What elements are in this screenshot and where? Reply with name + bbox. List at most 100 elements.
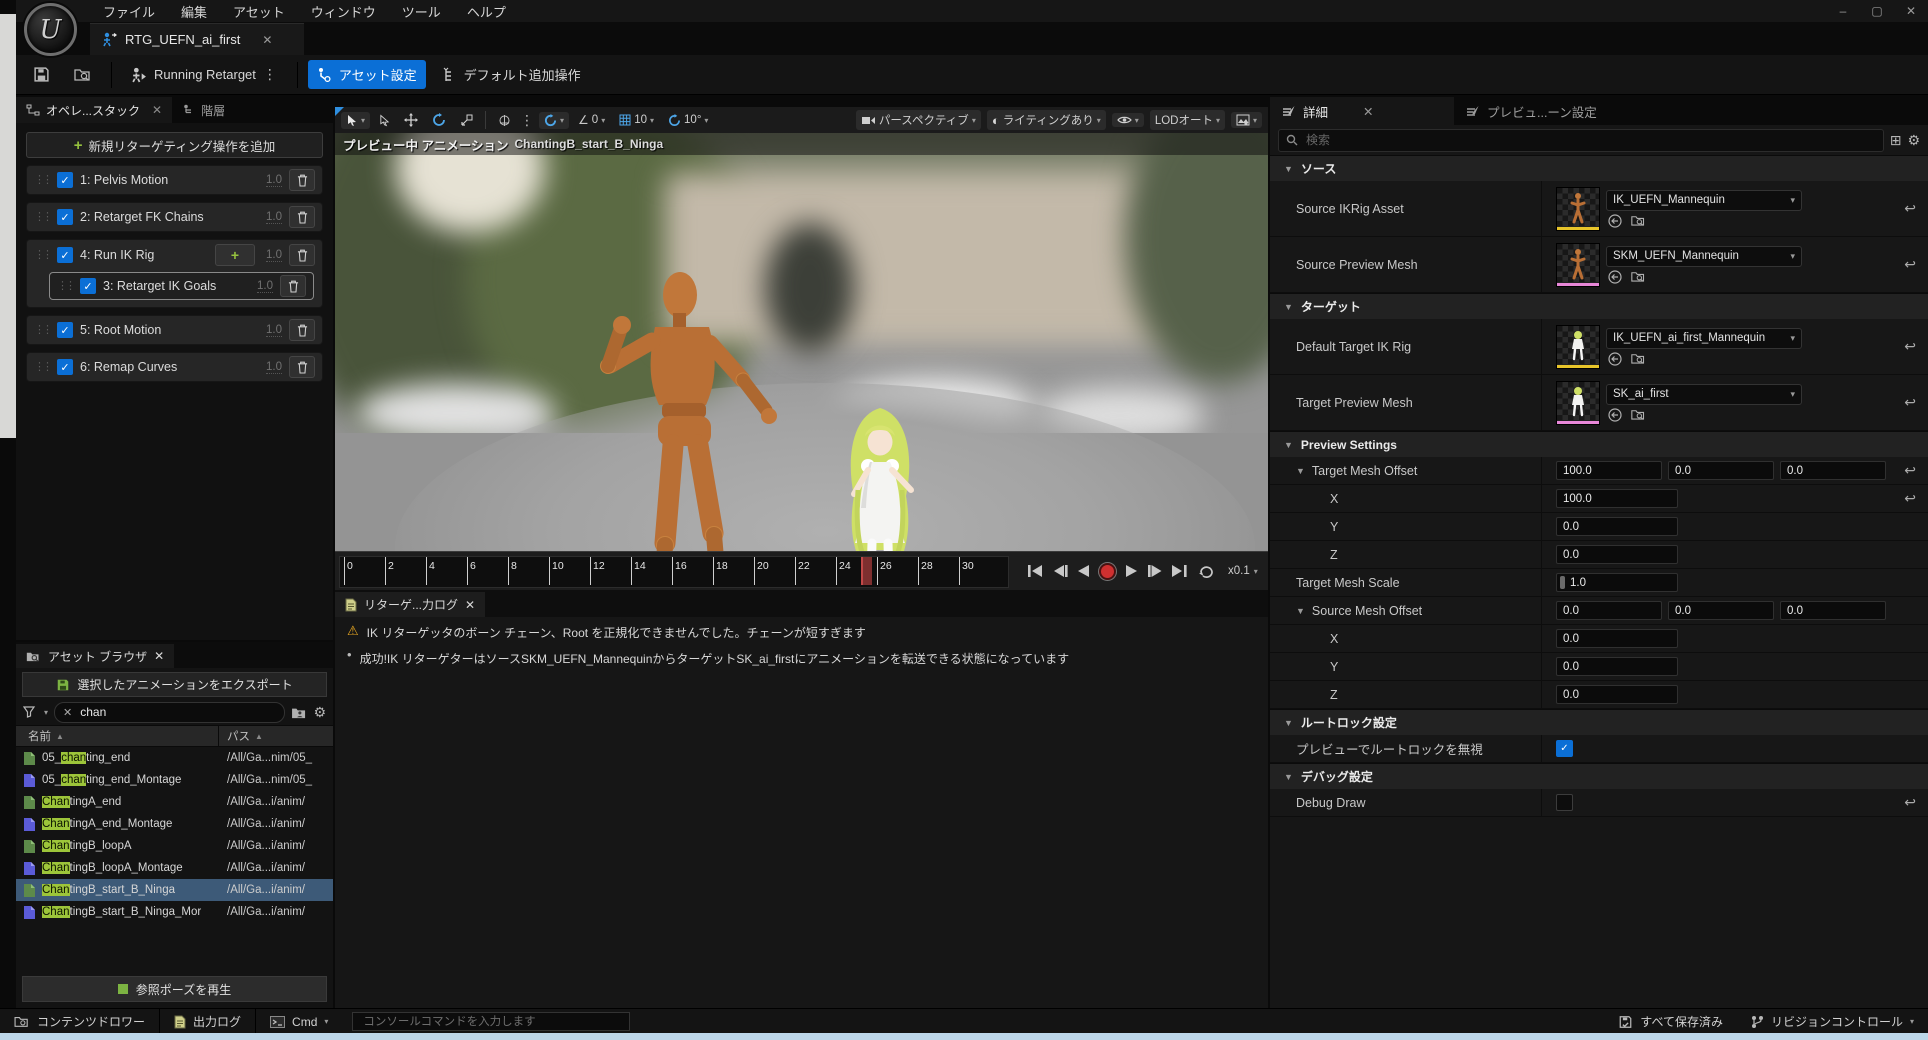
- step-forward-button[interactable]: [1147, 564, 1162, 578]
- ignore-rootlock-checkbox[interactable]: ✓: [1556, 740, 1573, 757]
- z-value-field[interactable]: 0.0: [1556, 685, 1678, 704]
- menu-編集[interactable]: 編集: [168, 0, 220, 24]
- play-reverse-button[interactable]: [1077, 564, 1090, 578]
- revert-icon[interactable]: ↩: [1904, 256, 1916, 273]
- target-offset-y-field[interactable]: 0.0: [1668, 461, 1774, 480]
- tab-details[interactable]: 詳細 ✕: [1270, 97, 1454, 125]
- retarget-op-row[interactable]: ⋮⋮✓6: Remap Curves1.0: [26, 352, 323, 382]
- retarget-op-row[interactable]: ⋮⋮✓3: Retarget IK Goals1.0: [49, 272, 314, 300]
- world-local-toggle[interactable]: [493, 112, 516, 129]
- playhead[interactable]: [861, 557, 872, 585]
- use-selected-icon[interactable]: [1608, 408, 1622, 422]
- op-weight-field[interactable]: 1.0: [266, 249, 282, 262]
- play-reference-pose-button[interactable]: 参照ポーズを再生: [22, 976, 327, 1002]
- lod-dropdown[interactable]: LODオート▾: [1150, 110, 1225, 130]
- rotation-snap-toggle[interactable]: 10°▾: [663, 112, 713, 129]
- more-options-icon[interactable]: ⋮: [263, 66, 278, 83]
- browse-icon[interactable]: [1631, 352, 1646, 366]
- grid-view-icon[interactable]: ⊞: [1890, 132, 1902, 149]
- revert-icon[interactable]: ↩: [1904, 200, 1916, 217]
- tab-close-icon[interactable]: ✕: [465, 598, 475, 612]
- more-options-icon[interactable]: ⋮: [520, 112, 535, 129]
- scale-tool[interactable]: [455, 112, 478, 129]
- slider-grip[interactable]: [1560, 576, 1565, 589]
- asset-settings-button[interactable]: アセット設定: [308, 60, 426, 89]
- export-animations-button[interactable]: 選択したアニメーションをエクスポート: [22, 672, 327, 697]
- drag-handle-icon[interactable]: ⋮⋮: [34, 212, 50, 223]
- gear-icon[interactable]: ⚙: [1907, 132, 1920, 149]
- expander-icon[interactable]: ▼: [1296, 466, 1305, 476]
- browse-icon[interactable]: [1631, 270, 1646, 284]
- source-mannequin-character[interactable]: [570, 265, 780, 551]
- asset-row[interactable]: ChantingB_loopA_Montage/All/Ga...i/anim/: [16, 857, 333, 879]
- maximize-button[interactable]: ▢: [1860, 0, 1894, 22]
- op-enabled-checkbox[interactable]: ✓: [57, 322, 73, 338]
- column-path-header[interactable]: パス▲: [219, 728, 263, 744]
- all-saved-button[interactable]: すべて保存済み: [1604, 1009, 1737, 1034]
- viewport-scene[interactable]: プレビュー中 アニメーション ChantingB_start_B_Ninga: [335, 133, 1268, 551]
- loop-button[interactable]: [1197, 564, 1215, 579]
- tab-close-icon[interactable]: ✕: [1363, 104, 1373, 119]
- retarget-op-row[interactable]: ⋮⋮✓2: Retarget FK Chains1.0: [26, 202, 323, 232]
- tab-close-icon[interactable]: ✕: [154, 649, 164, 663]
- tab-hierarchy[interactable]: 階層: [172, 97, 235, 123]
- section-target[interactable]: ▼ターゲット: [1270, 293, 1928, 319]
- tab-asset-browser[interactable]: アセット ブラウザ ✕: [16, 644, 174, 668]
- playback-speed-dropdown[interactable]: x0.1▾: [1228, 565, 1258, 577]
- tab-close-icon[interactable]: ✕: [262, 33, 272, 47]
- close-button[interactable]: ✕: [1894, 0, 1928, 22]
- details-search-input[interactable]: [1304, 132, 1876, 148]
- cmd-dropdown[interactable]: Cmd ▾: [256, 1009, 342, 1034]
- menu-アセット[interactable]: アセット: [220, 0, 298, 24]
- record-button[interactable]: [1099, 563, 1116, 580]
- target-offset-x-field[interactable]: 100.0: [1556, 461, 1662, 480]
- rotate-tool[interactable]: [427, 111, 451, 129]
- menu-ウィンドウ[interactable]: ウィンドウ: [298, 0, 389, 24]
- source-mesh-thumbnail[interactable]: [1556, 243, 1600, 287]
- timeline-ruler[interactable]: 024681012141618202224262830: [339, 556, 1009, 588]
- source-offset-z-field[interactable]: 0.0: [1780, 601, 1886, 620]
- play-button[interactable]: [1125, 564, 1138, 578]
- tab-rtg-asset[interactable]: RTG_UEFN_ai_first ✕: [90, 23, 304, 55]
- target-ikrig-select[interactable]: IK_UEFN_ai_first_Mannequin▾: [1606, 328, 1802, 349]
- menu-ヘルプ[interactable]: ヘルプ: [454, 0, 519, 24]
- target-ikrig-thumbnail[interactable]: [1556, 325, 1600, 369]
- delete-op-button[interactable]: [289, 206, 315, 228]
- menu-ファイル[interactable]: ファイル: [90, 0, 168, 24]
- revert-icon[interactable]: ↩: [1904, 794, 1916, 811]
- clear-search-icon[interactable]: ✕: [63, 706, 72, 719]
- op-weight-field[interactable]: 1.0: [266, 211, 282, 224]
- surface-snap-toggle[interactable]: ▾: [539, 112, 569, 129]
- asset-row[interactable]: ChantingA_end/All/Ga...i/anim/: [16, 791, 333, 813]
- section-source[interactable]: ▼ソース: [1270, 155, 1928, 181]
- folder-user-icon[interactable]: [291, 706, 307, 719]
- asset-row[interactable]: ChantingB_start_B_Ninga_Mor/All/Ga...i/a…: [16, 901, 333, 923]
- revert-icon[interactable]: ↩: [1904, 338, 1916, 355]
- angle-snap-toggle[interactable]: ∠ 0▾: [573, 111, 610, 129]
- to-front-button[interactable]: [1027, 564, 1044, 578]
- op-enabled-checkbox[interactable]: ✓: [57, 172, 73, 188]
- add-retarget-op-button[interactable]: + 新規リターゲティング操作を追加: [26, 132, 323, 158]
- revert-icon[interactable]: ↩: [1904, 490, 1916, 507]
- expander-icon[interactable]: ▼: [1296, 606, 1305, 616]
- use-selected-icon[interactable]: [1608, 214, 1622, 228]
- revert-icon[interactable]: ↩: [1904, 394, 1916, 411]
- running-retarget-button[interactable]: Running Retarget ⋮: [122, 61, 287, 88]
- retarget-op-row[interactable]: ⋮⋮✓1: Pelvis Motion1.0: [26, 165, 323, 195]
- browse-to-asset-button[interactable]: [65, 62, 101, 87]
- retarget-op-row[interactable]: ⋮⋮✓5: Root Motion1.0: [26, 315, 323, 345]
- asset-search-box[interactable]: ✕: [54, 702, 285, 723]
- op-enabled-checkbox[interactable]: ✓: [57, 359, 73, 375]
- tab-op-stack[interactable]: オペレ...スタック ✕: [16, 97, 172, 123]
- screenshot-dropdown[interactable]: ▾: [1231, 112, 1262, 128]
- asset-row[interactable]: ChantingB_loopA/All/Ga...i/anim/: [16, 835, 333, 857]
- tab-preview-scene-settings[interactable]: プレビュ...ーン設定: [1454, 97, 1609, 125]
- console-command-input[interactable]: [361, 1015, 621, 1029]
- delete-op-button[interactable]: [289, 319, 315, 341]
- target-scale-field[interactable]: 1.0: [1556, 573, 1678, 592]
- column-name-header[interactable]: 名前▲: [16, 726, 219, 746]
- section-rootlock[interactable]: ▼ルートロック設定: [1270, 709, 1928, 735]
- op-enabled-checkbox[interactable]: ✓: [57, 209, 73, 225]
- x-value-field[interactable]: 100.0: [1556, 489, 1678, 508]
- delete-op-button[interactable]: [289, 169, 315, 191]
